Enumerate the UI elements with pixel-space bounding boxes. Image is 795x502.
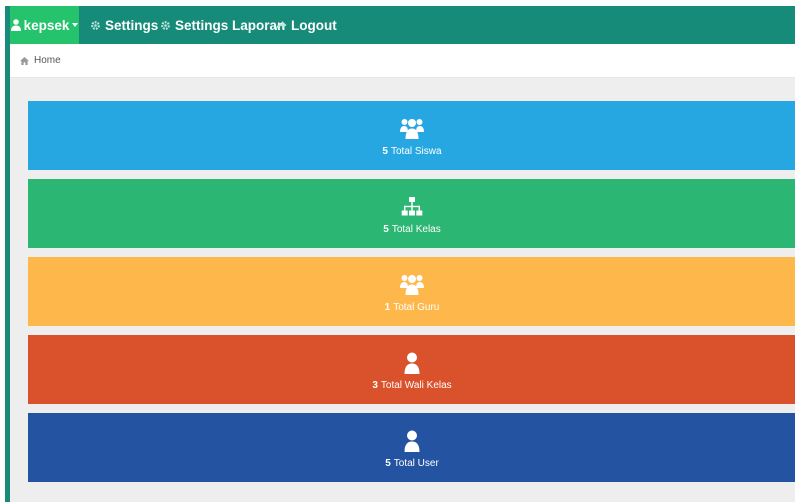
tile-count: 1 bbox=[384, 302, 391, 313]
home-icon bbox=[20, 56, 29, 65]
tile-caption: 5 Total Siswa bbox=[382, 146, 441, 157]
tile-total-kelas[interactable]: 5 Total Kelas bbox=[28, 179, 795, 248]
nav-settings-label: Settings bbox=[105, 17, 159, 33]
tile-caption: 3 Total Wali Kelas bbox=[372, 380, 451, 391]
tile-total-siswa[interactable]: 5 Total Siswa bbox=[28, 101, 795, 170]
sitemap-icon bbox=[401, 192, 423, 218]
user-icon bbox=[404, 348, 420, 374]
group-icon bbox=[399, 270, 425, 296]
breadcrumb-home-link[interactable]: Home bbox=[34, 55, 61, 66]
caret-down-icon bbox=[72, 23, 79, 27]
nav-logout-label: Logout bbox=[291, 17, 337, 33]
tile-total-guru[interactable]: 1 Total Guru bbox=[28, 257, 795, 326]
tile-total-user[interactable]: 5 Total User bbox=[28, 413, 795, 482]
tile-caption: 5 Total User bbox=[385, 458, 439, 469]
user-icon bbox=[404, 426, 420, 452]
tile-label: Total Kelas bbox=[391, 224, 441, 235]
tile-count: 5 bbox=[383, 224, 389, 235]
gear-icon bbox=[90, 20, 101, 31]
nav-settings-laporan[interactable]: Settings Laporan bbox=[160, 6, 285, 44]
tile-label: Total Siswa bbox=[390, 146, 442, 157]
tile-label: Total Wali Kelas bbox=[380, 380, 452, 391]
page: kepsek Settings Settings Laporan Logout … bbox=[0, 0, 795, 502]
tile-total-wali-kelas[interactable]: 3 Total Wali Kelas bbox=[28, 335, 795, 404]
tile-caption: 1 Total Guru bbox=[385, 302, 440, 313]
tile-label: Total User bbox=[393, 458, 439, 469]
dashboard-content: 5 Total Siswa 5 Total Kelas 1 Total Guru… bbox=[10, 78, 795, 502]
gear-icon bbox=[160, 20, 171, 31]
tile-count: 5 bbox=[382, 146, 388, 157]
user-menu-button[interactable]: kepsek bbox=[10, 6, 79, 44]
tile-label: Total Guru bbox=[393, 302, 440, 313]
nav-settings[interactable]: Settings bbox=[90, 6, 158, 44]
group-icon bbox=[399, 114, 425, 140]
nav-logout[interactable]: Logout bbox=[275, 6, 337, 44]
nav-settings-laporan-label: Settings Laporan bbox=[175, 17, 286, 33]
tile-count: 5 bbox=[385, 458, 391, 469]
user-menu-label: kepsek bbox=[23, 17, 70, 33]
tile-count: 3 bbox=[372, 380, 378, 391]
left-rail bbox=[0, 0, 15, 502]
tile-caption: 5 Total Kelas bbox=[383, 224, 440, 235]
top-navbar: kepsek Settings Settings Laporan Logout bbox=[10, 6, 795, 44]
breadcrumb: Home bbox=[10, 44, 795, 78]
share-arrow-icon bbox=[275, 20, 287, 31]
user-icon bbox=[10, 19, 21, 31]
